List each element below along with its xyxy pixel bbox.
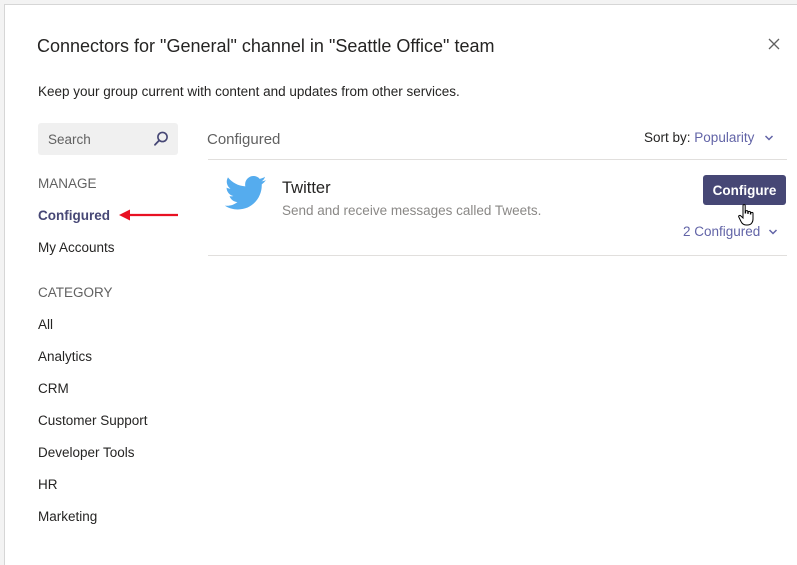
close-icon[interactable] (765, 35, 783, 53)
sidebar-item-analytics[interactable]: Analytics (38, 349, 92, 364)
twitter-logo (225, 176, 267, 210)
configured-count-toggle[interactable]: 2 Configured (683, 224, 778, 239)
sort-label: Sort by: (644, 130, 691, 145)
sidebar-item-my-accounts[interactable]: My Accounts (38, 240, 115, 255)
search-input[interactable] (38, 123, 148, 155)
sort-value[interactable]: Popularity (694, 130, 754, 145)
divider (208, 255, 787, 256)
sidebar-item-crm[interactable]: CRM (38, 381, 69, 396)
chevron-down-icon[interactable] (768, 228, 778, 236)
search-icon[interactable] (152, 130, 170, 148)
sidebar-item-marketing[interactable]: Marketing (38, 509, 97, 524)
chevron-down-icon[interactable] (764, 134, 774, 142)
sidebar-item-customer-support[interactable]: Customer Support (38, 413, 148, 428)
sidebar-item-configured[interactable]: Configured (38, 208, 110, 223)
sidebar-item-hr[interactable]: HR (38, 477, 58, 492)
red-arrow (119, 209, 178, 221)
section-title: Configured (207, 131, 281, 148)
connector-name: Twitter (282, 179, 331, 197)
connectors-dialog: Connectors for "General" channel in "Sea… (4, 4, 797, 565)
manage-header: MANAGE (38, 176, 97, 191)
dialog-title: Connectors for "General" channel in "Sea… (37, 36, 495, 56)
divider (208, 159, 787, 160)
configure-button[interactable]: Configure (703, 175, 786, 205)
sidebar-item-developer-tools[interactable]: Developer Tools (38, 445, 135, 460)
search-box (38, 123, 178, 155)
sort-dropdown[interactable]: Sort by: Popularity (644, 130, 774, 145)
sidebar-item-all[interactable]: All (38, 317, 53, 332)
dialog-subtitle: Keep your group current with content and… (38, 84, 460, 99)
configured-count[interactable]: 2 Configured (683, 224, 760, 239)
connector-description: Send and receive messages called Tweets. (282, 203, 542, 218)
category-header: CATEGORY (38, 285, 113, 300)
